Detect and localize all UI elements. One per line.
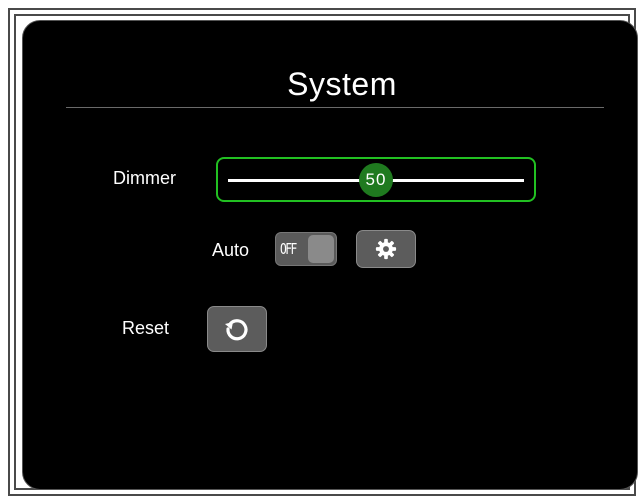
dimmer-label: Dimmer [113,168,176,188]
auto-toggle-knob [308,235,334,263]
auto-settings-button[interactable] [356,230,416,268]
reset-label: Reset [122,318,170,338]
auto-label: Auto [212,240,250,260]
auto-toggle[interactable]: OFF [275,232,337,266]
gear-icon [375,238,397,260]
page-title: System [287,66,397,102]
dimmer-slider-thumb[interactable]: 50 [359,163,393,197]
dimmer-slider[interactable]: 50 [216,157,536,202]
auto-toggle-state: OFF [280,240,297,258]
refresh-icon [225,319,248,341]
reset-button[interactable] [207,306,267,352]
title-divider [66,107,604,108]
